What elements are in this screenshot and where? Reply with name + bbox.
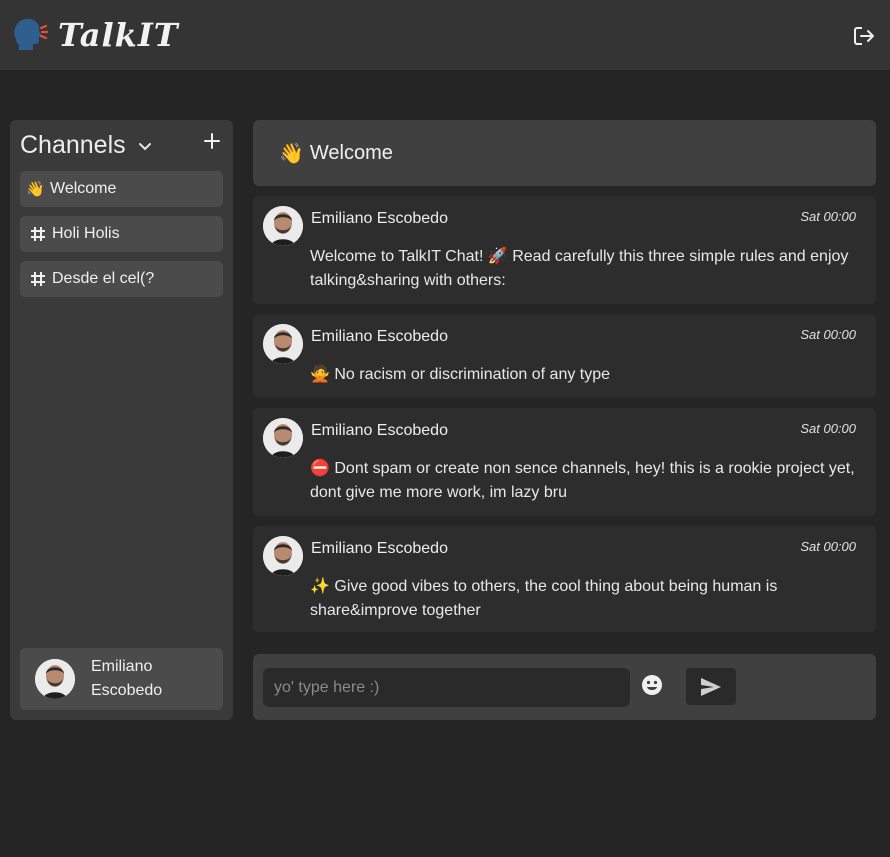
speaking-head-icon (14, 18, 48, 50)
message-time: Sat 00:00 (800, 209, 856, 224)
message-author: Emiliano Escobedo (311, 422, 448, 439)
message-author: Emiliano Escobedo (311, 210, 448, 227)
avatar (35, 659, 75, 699)
message: Emiliano Escobedo Sat 00:00 ⛔ Dont spam … (253, 408, 876, 516)
emoji-icon[interactable] (641, 674, 663, 696)
message-composer (253, 654, 876, 720)
chevron-down-icon[interactable] (138, 140, 152, 154)
user-avatar-icon (35, 659, 75, 699)
chat-header: 👋 Welcome (253, 120, 876, 186)
message-text: ⛔ Dont spam or create non sence channels… (310, 460, 855, 501)
message-text: 🙅 No racism or discrimination of any typ… (310, 366, 611, 383)
channel-item-welcome[interactable]: 👋 Welcome (20, 171, 223, 207)
sidebar-header: Channels (20, 130, 223, 160)
avatar (263, 418, 303, 458)
logout-icon[interactable] (852, 24, 876, 48)
channel-list: 👋 Welcome Holi Holis Desde el cel(? (20, 171, 223, 306)
channel-label: Desde el cel(? (52, 270, 155, 287)
avatar (263, 324, 303, 364)
message-author: Emiliano Escobedo (311, 540, 448, 557)
wave-icon: 👋 (26, 181, 45, 198)
avatar (263, 536, 303, 576)
channel-item-holi-holis[interactable]: Holi Holis (20, 216, 223, 252)
channel-item-desde-el-cel[interactable]: Desde el cel(? (20, 261, 223, 297)
app-logo: TalkIT (10, 16, 179, 54)
current-user-name: Emiliano Escobedo (91, 658, 163, 699)
user-avatar-icon (263, 324, 303, 364)
channels-sidebar: Channels 👋 Welcome Holi Holis Desde el c… (10, 120, 233, 720)
user-avatar-icon (263, 418, 303, 458)
message: Emiliano Escobedo Sat 00:00 ✨ Give good … (253, 526, 876, 632)
message: Emiliano Escobedo Sat 00:00 Welcome to T… (253, 196, 876, 304)
message-time: Sat 00:00 (800, 539, 856, 554)
wave-icon: 👋 (279, 142, 304, 165)
hash-icon (31, 272, 45, 286)
current-user-card[interactable]: Emiliano Escobedo (20, 648, 223, 710)
message: Emiliano Escobedo Sat 00:00 🙅 No racism … (253, 314, 876, 398)
app-title: TalkIT (58, 16, 179, 54)
message-text: Welcome to TalkIT Chat! 🚀 Read carefully… (310, 248, 849, 289)
user-avatar-icon (263, 536, 303, 576)
top-bar: TalkIT (0, 0, 890, 70)
channel-label: Welcome (50, 180, 117, 197)
message-author: Emiliano Escobedo (311, 328, 448, 345)
message-time: Sat 00:00 (800, 327, 856, 342)
hash-icon (31, 227, 45, 241)
sidebar-title: Channels (20, 130, 126, 159)
message-time: Sat 00:00 (800, 421, 856, 436)
message-input[interactable] (263, 668, 630, 707)
add-channel-icon[interactable] (203, 132, 221, 150)
avatar (263, 206, 303, 246)
user-avatar-icon (263, 206, 303, 246)
channel-label: Holi Holis (52, 225, 120, 242)
send-button[interactable] (686, 668, 736, 705)
message-text: ✨ Give good vibes to others, the cool th… (310, 578, 778, 619)
send-icon (701, 677, 721, 696)
message-list: Emiliano Escobedo Sat 00:00 Welcome to T… (253, 196, 876, 642)
channel-title: Welcome (309, 141, 393, 164)
